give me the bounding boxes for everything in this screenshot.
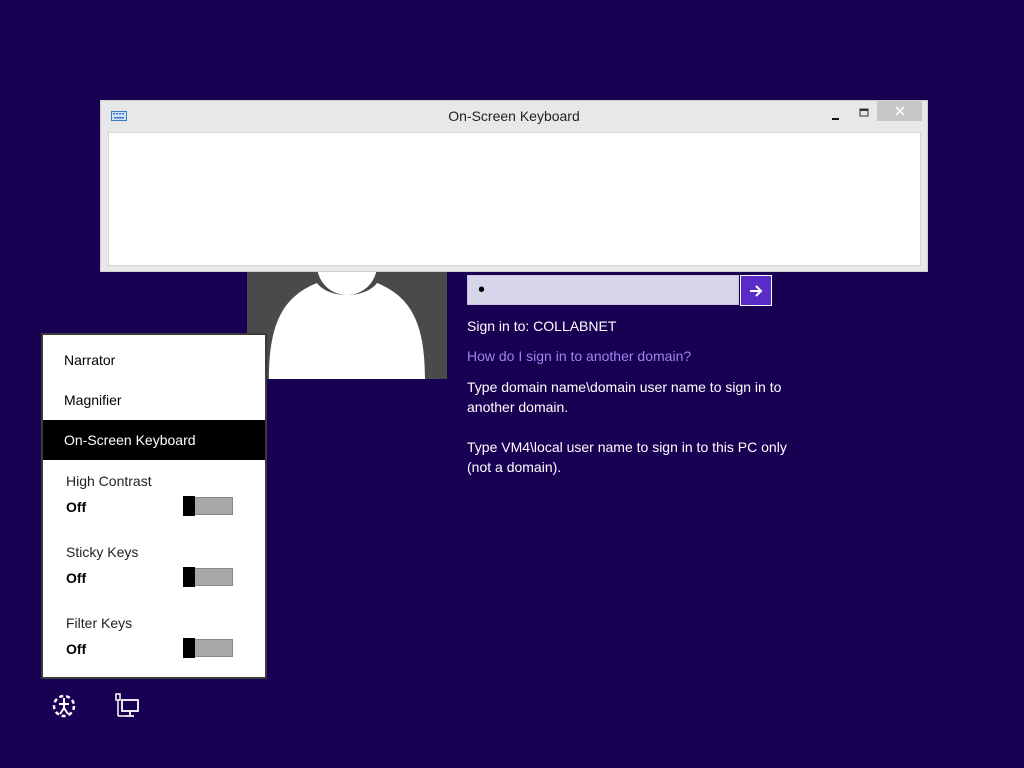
ease-of-access-button[interactable] <box>50 692 78 720</box>
close-icon <box>894 106 905 116</box>
high-contrast-toggle[interactable] <box>183 496 233 516</box>
filter-keys-label: Filter Keys <box>66 615 133 631</box>
menu-item-label: On-Screen Keyboard <box>64 432 196 448</box>
user-avatar <box>247 265 447 379</box>
sticky-keys-toggle[interactable] <box>183 567 233 587</box>
ease-of-access-icon <box>52 694 76 718</box>
menu-item-label: Narrator <box>64 352 116 368</box>
toggle-thumb <box>183 638 195 658</box>
submit-button[interactable] <box>740 275 772 306</box>
password-input[interactable]: • <box>467 275 739 305</box>
user-silhouette-icon <box>269 265 425 379</box>
window-title: On-Screen Keyboard <box>448 108 580 124</box>
sign-in-domain-text: Sign in to: COLLABNET <box>467 318 617 334</box>
hint-domain-text: Type domain name\domain user name to sig… <box>467 379 782 415</box>
minimize-icon <box>832 118 839 120</box>
window-titlebar[interactable]: On-Screen Keyboard <box>101 101 927 131</box>
ease-of-access-menu: Narrator Magnifier On-Screen Keyboard Hi… <box>41 333 267 679</box>
minimize-button[interactable] <box>825 107 847 127</box>
toggle-thumb <box>183 567 195 587</box>
maximize-icon <box>859 108 869 117</box>
on-screen-keyboard-window[interactable]: On-Screen Keyboard <box>100 100 928 272</box>
maximize-button[interactable] <box>853 103 875 123</box>
menu-item-magnifier[interactable]: Magnifier <box>43 380 265 420</box>
network-icon <box>115 693 139 717</box>
other-domain-link[interactable]: How do I sign in to another domain? <box>467 348 691 364</box>
network-button[interactable] <box>114 692 142 720</box>
high-contrast-label: High Contrast <box>66 473 152 489</box>
sticky-keys-label: Sticky Keys <box>66 544 139 560</box>
menu-item-label: Magnifier <box>64 392 122 408</box>
high-contrast-state: Off <box>66 499 87 515</box>
menu-item-narrator[interactable]: Narrator <box>43 340 265 380</box>
toggle-thumb <box>183 496 195 516</box>
keyboard-area[interactable] <box>108 132 921 266</box>
password-value: • <box>478 278 486 301</box>
filter-keys-toggle[interactable] <box>183 638 233 658</box>
menu-item-on-screen-keyboard[interactable]: On-Screen Keyboard <box>43 420 265 460</box>
arrow-right-icon <box>750 284 763 297</box>
filter-keys-state: Off <box>66 641 87 657</box>
close-button[interactable] <box>877 101 922 121</box>
hint-local-text: Type VM4\local user name to sign in to t… <box>467 439 787 475</box>
sticky-keys-state: Off <box>66 570 87 586</box>
